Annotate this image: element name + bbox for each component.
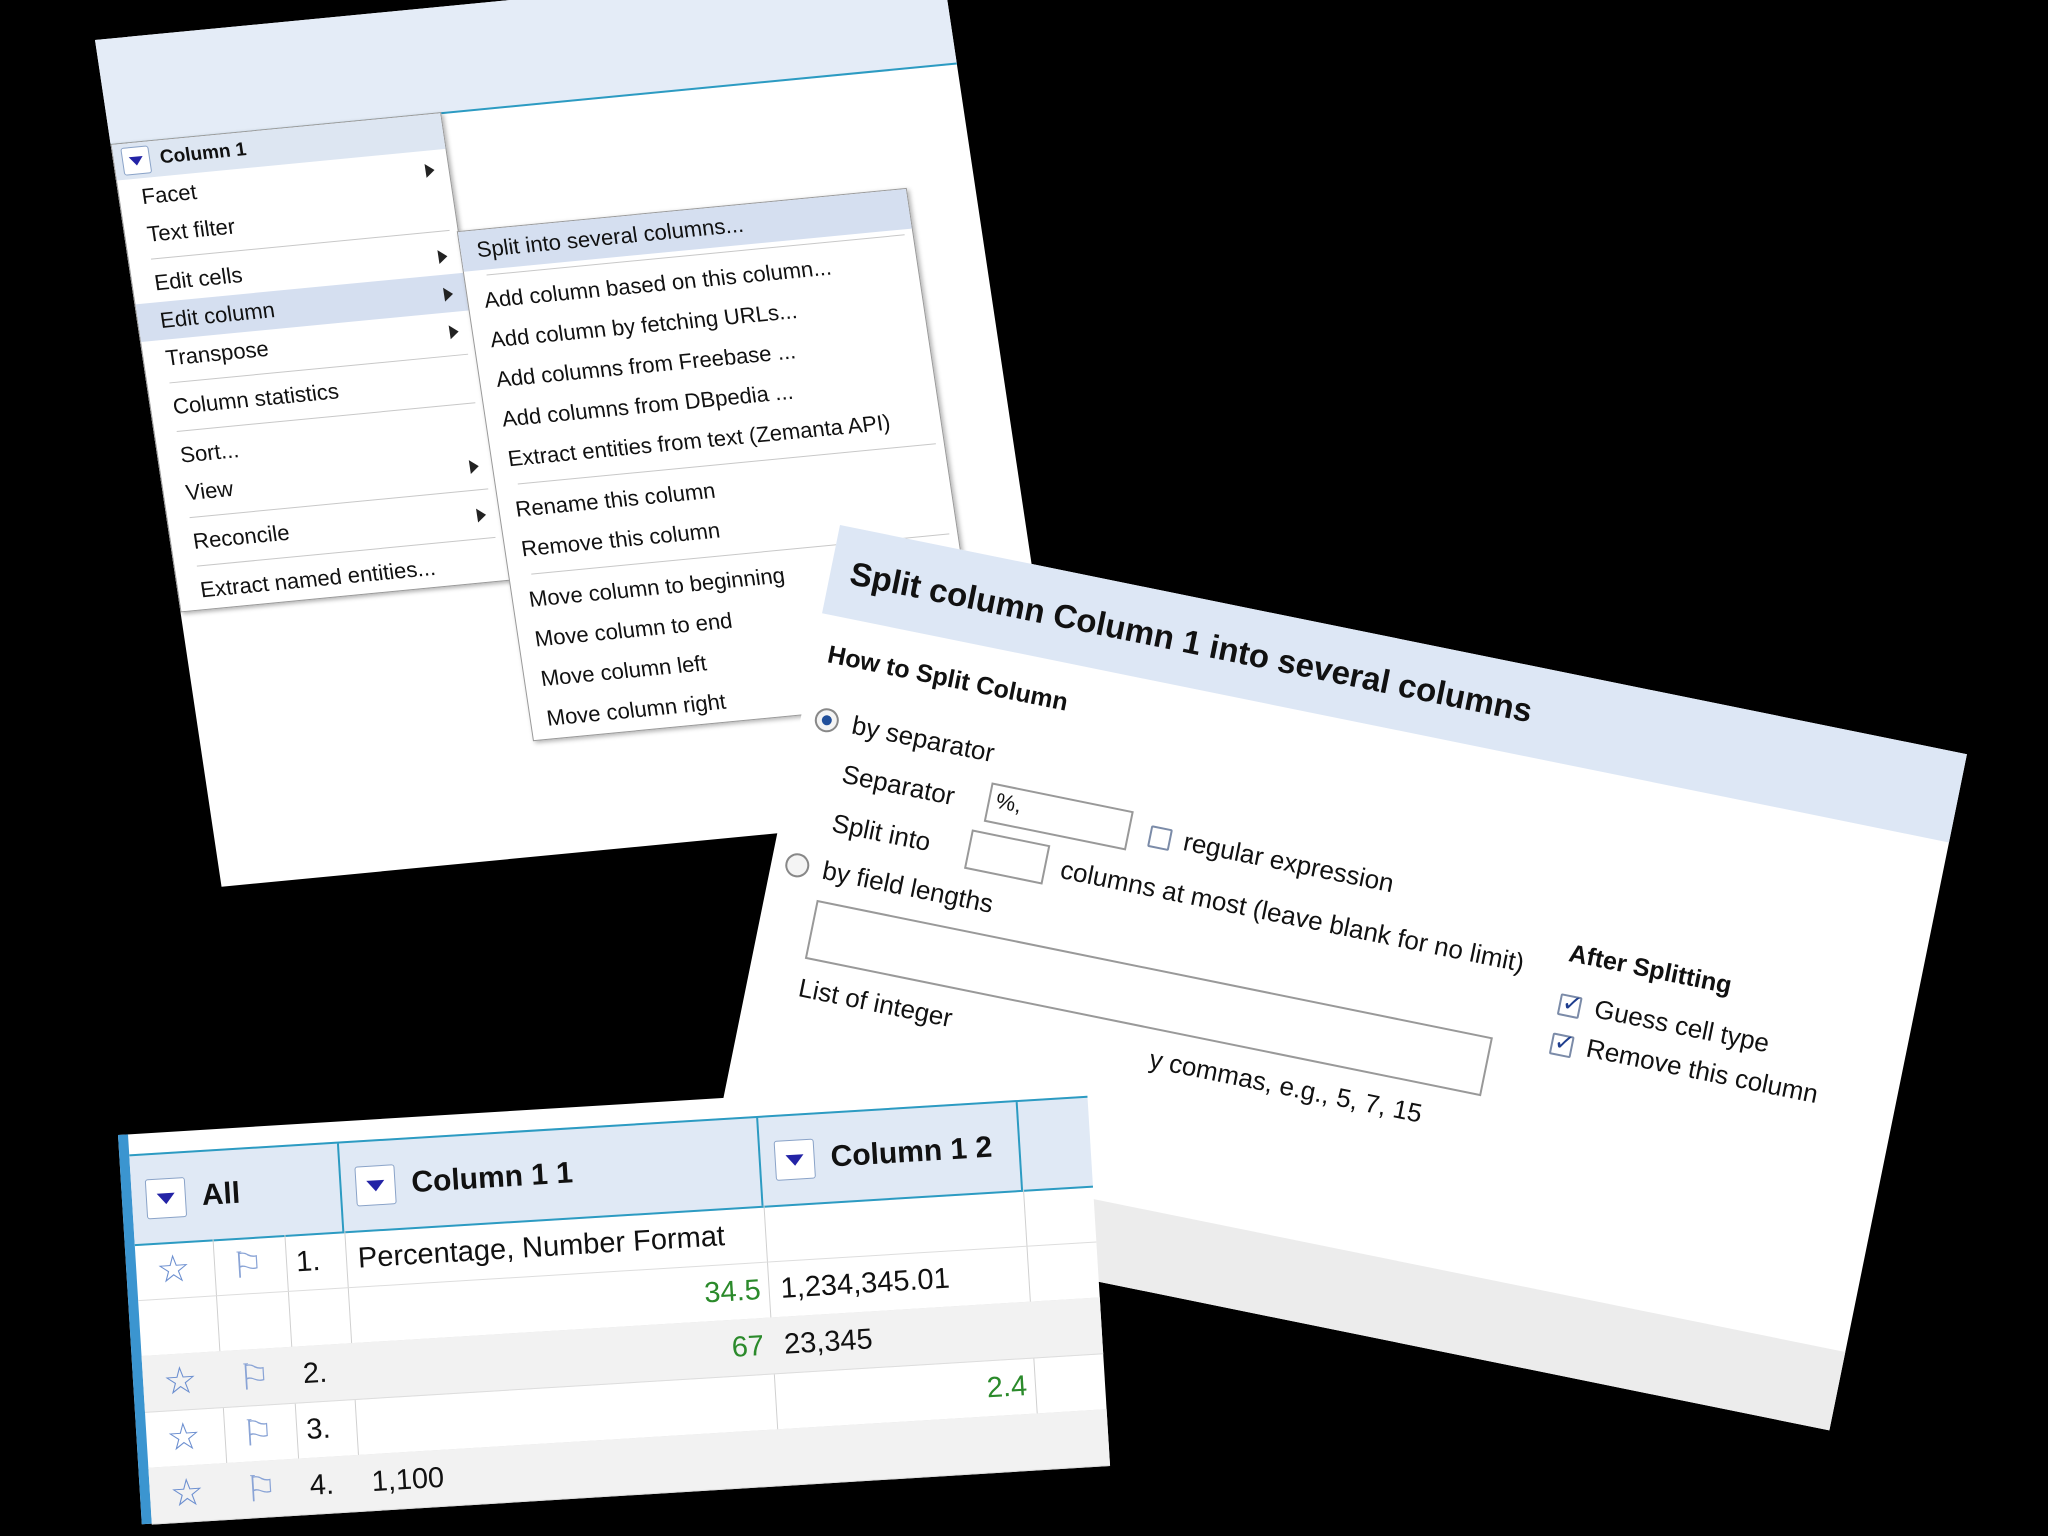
header-column-1-2-label: Column 1 2 [829, 1130, 994, 1174]
header-all[interactable]: All [129, 1143, 345, 1245]
dropdown-arrow-icon[interactable] [144, 1177, 188, 1220]
split-into-input[interactable] [963, 829, 1051, 885]
header-all-label: All [200, 1176, 242, 1212]
dropdown-arrow-icon[interactable] [120, 145, 153, 176]
by-separator-label: by separator [849, 709, 998, 769]
remove-this-column-checkbox[interactable] [1548, 1032, 1575, 1059]
guess-cell-type-checkbox[interactable] [1556, 993, 1583, 1020]
flag-icon[interactable]: ⚐ [236, 1348, 272, 1406]
cell-text[interactable]: 1,100 [370, 1450, 446, 1510]
submenu-arrow-icon [424, 163, 436, 178]
column-name: Column 1 [158, 139, 248, 169]
menu-item-label: Text filter [145, 213, 237, 247]
menu-item-label: Reconcile [191, 519, 292, 554]
flag-icon[interactable]: ⚐ [240, 1404, 276, 1462]
grid-header-bar [95, 0, 957, 146]
header-column-1-1-label: Column 1 1 [410, 1156, 574, 1200]
dropdown-arrow-icon[interactable] [354, 1164, 397, 1207]
menu-item-label: Facet [139, 179, 199, 210]
row-number: 4. [308, 1468, 335, 1502]
cell-text[interactable]: 23,345 [782, 1311, 874, 1372]
row-number: 1. [295, 1244, 322, 1279]
menu-item-label: Edit cells [152, 262, 245, 296]
menu-item-label: Transpose [163, 335, 271, 371]
after-splitting-heading: After Splitting [1566, 939, 1735, 1000]
submenu-arrow-icon [476, 507, 488, 523]
result-table: All Column 1 1 Column 1 2 ☆ ⚐ 1. Percent… [118, 1075, 1111, 1525]
star-icon[interactable]: ☆ [165, 1409, 202, 1467]
column-dropdown-menu: Column 1 Facet Text filter Edit cells Ed… [110, 112, 512, 613]
menu-item-label: Edit column [158, 297, 277, 333]
flag-icon[interactable]: ⚐ [243, 1460, 279, 1518]
by-field-lengths-radio[interactable] [783, 851, 812, 880]
star-icon[interactable]: ☆ [168, 1464, 206, 1522]
separator-label: Separator [839, 758, 958, 811]
regular-expression-checkbox[interactable] [1147, 825, 1173, 852]
submenu-arrow-icon [448, 324, 460, 340]
menu-item-label: Sort... [178, 437, 241, 468]
by-separator-radio[interactable] [812, 706, 841, 735]
submenu-arrow-icon [437, 249, 449, 265]
header-column-1-2[interactable]: Column 1 2 [758, 1102, 1024, 1206]
star-icon[interactable]: ☆ [155, 1241, 192, 1299]
cell-text[interactable]: 1,234,345.01 [779, 1251, 951, 1317]
split-into-label: Split into [829, 807, 934, 858]
menu-item-label: Column statistics [171, 378, 341, 420]
submenu-arrow-icon [468, 459, 480, 474]
row-number: 2. [301, 1356, 329, 1391]
dropdown-arrow-icon[interactable] [773, 1138, 816, 1181]
menu-item-label: View [184, 475, 235, 506]
row-number: 3. [305, 1412, 332, 1447]
flag-icon[interactable]: ⚐ [230, 1236, 266, 1294]
star-icon[interactable]: ☆ [161, 1353, 199, 1411]
submenu-arrow-icon [443, 286, 455, 302]
